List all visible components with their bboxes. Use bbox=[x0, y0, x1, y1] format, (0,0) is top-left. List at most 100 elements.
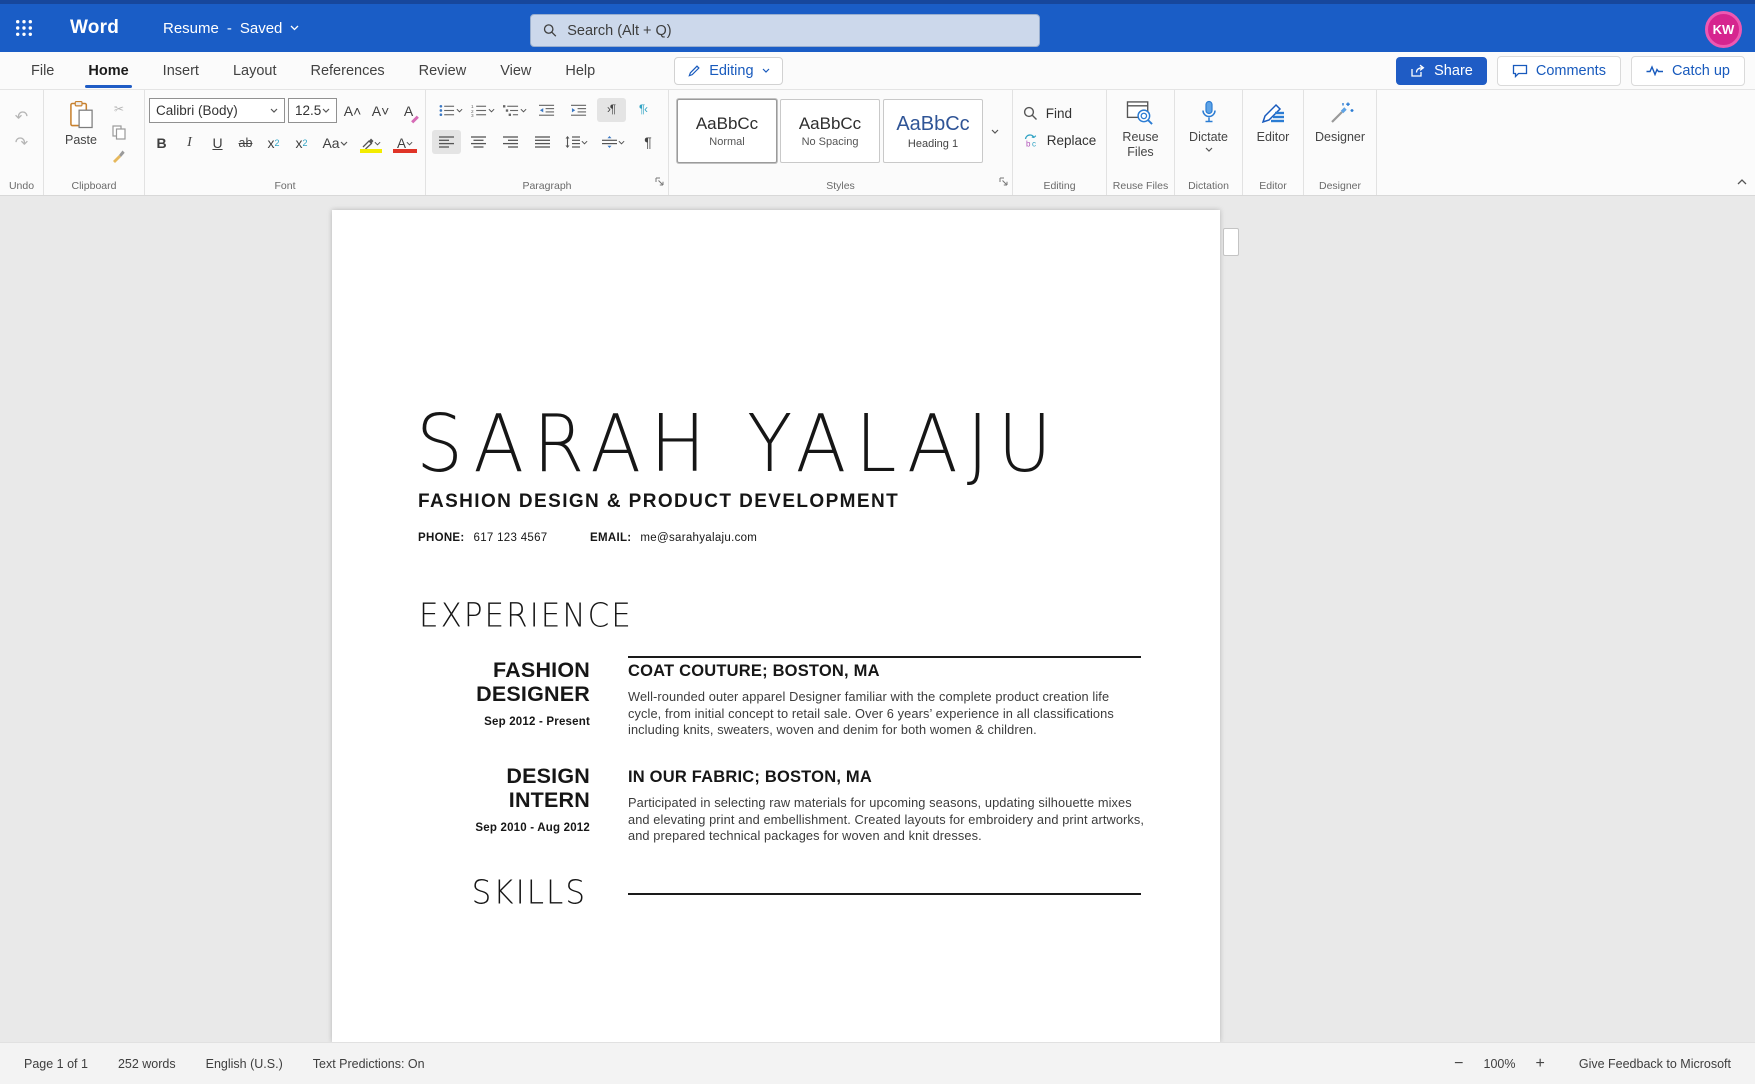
tab-insert[interactable]: Insert bbox=[146, 52, 216, 89]
feedback-link[interactable]: Give Feedback to Microsoft bbox=[1579, 1057, 1731, 1071]
italic-button[interactable]: I bbox=[177, 131, 202, 155]
style-heading-1[interactable]: AaBbCc Heading 1 bbox=[883, 99, 983, 163]
word-count[interactable]: 252 words bbox=[118, 1057, 176, 1071]
skills-heading: SKILLS bbox=[472, 874, 587, 912]
superscript-button[interactable]: x2 bbox=[289, 131, 314, 155]
left-to-right-button[interactable]: ›¶ bbox=[597, 98, 626, 122]
tab-view[interactable]: View bbox=[483, 52, 548, 89]
job-title: DESIGN INTERN bbox=[506, 765, 590, 812]
designer-group-label: Designer bbox=[1304, 180, 1376, 192]
styles-gallery-more-button[interactable] bbox=[986, 99, 1004, 163]
reuse-files-button[interactable]: Reuse Files bbox=[1114, 96, 1166, 164]
scrollbar-thumb[interactable] bbox=[1223, 228, 1239, 256]
strikethrough-button[interactable]: ab bbox=[233, 131, 258, 155]
zoom-out-button[interactable]: − bbox=[1442, 1055, 1475, 1073]
job-company: IN OUR FABRIC; BOSTON, MA bbox=[628, 768, 872, 787]
dialog-launcher-icon bbox=[655, 177, 664, 186]
clear-formatting-button[interactable]: A bbox=[396, 99, 421, 123]
justify-button[interactable] bbox=[528, 130, 557, 154]
zoom-in-button[interactable]: + bbox=[1524, 1055, 1557, 1073]
paragraph-dialog-launcher[interactable] bbox=[655, 173, 664, 191]
find-button[interactable]: Find bbox=[1023, 106, 1097, 121]
designer-button[interactable]: Designer bbox=[1307, 96, 1373, 148]
align-right-button[interactable] bbox=[496, 130, 525, 154]
editing-group-label: Editing bbox=[1013, 180, 1106, 192]
app-launcher-icon[interactable] bbox=[0, 4, 48, 52]
multilevel-list-button[interactable] bbox=[501, 98, 530, 122]
zoom-level[interactable]: 100% bbox=[1476, 1057, 1524, 1071]
paragraph-spacing-button[interactable] bbox=[597, 130, 631, 154]
dictate-label: Dictate bbox=[1189, 130, 1228, 144]
numbering-button[interactable]: 123 bbox=[469, 98, 498, 122]
editing-mode-dropdown[interactable]: Editing bbox=[674, 57, 782, 85]
change-case-button[interactable]: Aa bbox=[317, 131, 353, 155]
chevron-down-icon bbox=[406, 141, 413, 146]
align-center-button[interactable] bbox=[464, 130, 493, 154]
comments-button[interactable]: Comments bbox=[1497, 56, 1621, 86]
tab-review[interactable]: Review bbox=[402, 52, 484, 89]
font-color-swatch bbox=[393, 149, 417, 153]
bold-button[interactable]: B bbox=[149, 131, 174, 155]
tab-home[interactable]: Home bbox=[71, 52, 145, 89]
text-predictions-toggle[interactable]: Text Predictions: On bbox=[313, 1057, 425, 1071]
redo-button[interactable]: ↷ bbox=[9, 130, 35, 156]
bullets-button[interactable] bbox=[437, 98, 466, 122]
line-spacing-button[interactable] bbox=[560, 130, 594, 154]
copy-button[interactable] bbox=[107, 123, 131, 141]
align-left-button[interactable] bbox=[432, 130, 461, 154]
font-color-button[interactable]: A bbox=[389, 131, 421, 155]
document-title-menu[interactable]: Resume - Saved bbox=[163, 20, 299, 37]
chevron-down-icon bbox=[1205, 147, 1213, 152]
search-input[interactable] bbox=[567, 23, 1027, 39]
right-to-left-button[interactable]: ¶‹ bbox=[629, 98, 658, 122]
highlight-color-button[interactable] bbox=[356, 131, 386, 155]
chevron-down-icon bbox=[322, 108, 330, 113]
cut-button[interactable]: ✂ bbox=[107, 100, 131, 118]
styles-group-label: Styles bbox=[669, 180, 1012, 192]
undo-button[interactable]: ↶ bbox=[9, 104, 35, 130]
font-size-select[interactable]: 12.5 bbox=[288, 98, 337, 123]
language-selector[interactable]: English (U.S.) bbox=[206, 1057, 283, 1071]
style-normal[interactable]: AaBbCc Normal bbox=[677, 99, 777, 163]
underline-button[interactable]: U bbox=[205, 131, 230, 155]
grow-font-button[interactable]: A˄ bbox=[340, 99, 365, 123]
contact-phone: PHONE:617 123 4567 bbox=[418, 532, 547, 544]
clipboard-icon bbox=[69, 100, 94, 130]
subscript-button[interactable]: x2 bbox=[261, 131, 286, 155]
show-formatting-marks-button[interactable]: ¶ bbox=[634, 130, 663, 154]
undo-group: ↶ ↷ Undo bbox=[0, 90, 44, 195]
editor-button[interactable]: Editor bbox=[1249, 96, 1298, 148]
collapse-ribbon-button[interactable] bbox=[1737, 172, 1747, 190]
chevron-down-icon bbox=[991, 129, 999, 134]
tab-help[interactable]: Help bbox=[548, 52, 612, 89]
shrink-font-button[interactable]: A˅ bbox=[368, 99, 393, 123]
tab-references[interactable]: References bbox=[293, 52, 401, 89]
chevron-up-icon bbox=[1737, 179, 1747, 185]
styles-dialog-launcher[interactable] bbox=[999, 173, 1008, 191]
style-preview: AaBbCc bbox=[696, 114, 758, 134]
dictate-button[interactable]: Dictate bbox=[1181, 96, 1236, 156]
tab-layout[interactable]: Layout bbox=[216, 52, 294, 89]
font-family-select[interactable]: Calibri (Body) bbox=[149, 98, 285, 123]
ribbon-home: ↶ ↷ Undo Paste ✂ Clipboard bbox=[0, 90, 1755, 196]
paste-button[interactable]: Paste bbox=[57, 96, 105, 164]
find-icon bbox=[1023, 106, 1038, 121]
account-avatar[interactable]: KW bbox=[1705, 11, 1742, 48]
editor-label: Editor bbox=[1257, 130, 1290, 144]
chevron-down-icon bbox=[270, 108, 278, 113]
document-page[interactable]: SARAH YALAJU FASHION DESIGN & PRODUCT DE… bbox=[332, 210, 1220, 1042]
tab-file[interactable]: File bbox=[14, 52, 71, 89]
comment-icon bbox=[1512, 64, 1528, 78]
title-bar: Word Resume - Saved KW bbox=[0, 0, 1755, 52]
increase-indent-button[interactable] bbox=[565, 98, 594, 122]
format-painter-button[interactable] bbox=[107, 146, 131, 164]
undo-group-label: Undo bbox=[0, 180, 43, 192]
share-button[interactable]: Share bbox=[1396, 57, 1487, 85]
catch-up-button[interactable]: Catch up bbox=[1631, 56, 1745, 86]
replace-label: Replace bbox=[1047, 133, 1097, 148]
editor-group: Editor Editor bbox=[1243, 90, 1304, 195]
replace-button[interactable]: bc Replace bbox=[1023, 133, 1097, 148]
decrease-indent-button[interactable] bbox=[533, 98, 562, 122]
style-no-spacing[interactable]: AaBbCc No Spacing bbox=[780, 99, 880, 163]
search-box[interactable] bbox=[530, 14, 1040, 47]
